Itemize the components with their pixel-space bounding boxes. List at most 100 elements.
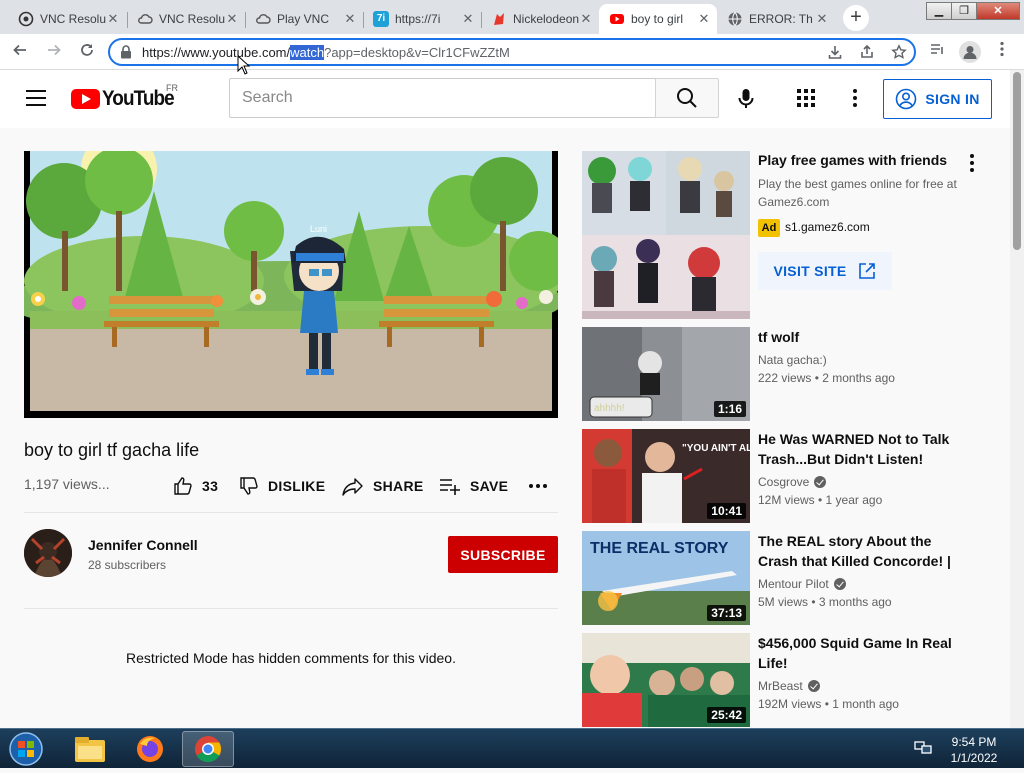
browser-tab[interactable]: VNC Resolution ✕ [8, 4, 126, 34]
save-button[interactable]: SAVE [438, 474, 508, 498]
youtube-logo[interactable]: YouTube FR [71, 83, 182, 111]
external-link-icon [858, 263, 875, 279]
video-frame-illustration: Luni [24, 151, 558, 418]
firefox-taskbar-button[interactable] [124, 731, 176, 767]
sign-in-button[interactable]: SIGN IN [883, 79, 992, 119]
browser-tab[interactable]: ERROR: Th ✕ [717, 4, 835, 34]
close-window-button[interactable]: ✕ [976, 2, 1020, 20]
ad-thumbnail[interactable] [582, 151, 750, 319]
arrow-right-icon [48, 44, 61, 56]
video-thumbnail[interactable]: "YOU AIN'T ALL THAT" 10:41 [582, 429, 750, 523]
ad-options-icon[interactable] [962, 152, 982, 174]
visit-site-button[interactable]: VISIT SITE [758, 252, 892, 290]
related-video-channel[interactable]: Cosgrove [758, 475, 827, 489]
related-video[interactable]: "YOU AIN'T ALL THAT" 10:41 He Was WARNED… [582, 429, 1002, 523]
video-thumbnail[interactable]: 25:42 [582, 633, 750, 727]
related-video-title[interactable]: He Was WARNED Not to Talk Trash...But Di… [758, 429, 968, 469]
network-tray-icon[interactable] [914, 740, 932, 756]
taskbar-clock[interactable]: 9:54 PM 1/1/2022 [940, 734, 1008, 766]
share-icon[interactable] [858, 44, 876, 62]
settings-more-icon[interactable] [845, 87, 865, 109]
channel-name[interactable]: Jennifer Connell [88, 537, 198, 553]
file-explorer-taskbar-button[interactable] [64, 731, 116, 767]
share-label: SHARE [373, 478, 424, 494]
new-tab-button[interactable]: + [843, 5, 869, 31]
forward-button[interactable] [42, 40, 66, 64]
browser-menu-icon[interactable] [991, 41, 1013, 63]
mouse-cursor-icon [237, 55, 251, 75]
bookmark-star-icon[interactable] [890, 44, 908, 62]
subscribe-button[interactable]: SUBSCRIBE [448, 536, 558, 573]
cloud-icon [137, 11, 153, 27]
url-text[interactable]: https://www.youtube.com/watch?app=deskto… [142, 45, 510, 60]
thumbnail-caption: "YOU AIN'T ALL THAT" [682, 443, 750, 454]
related-video-channel[interactable]: Mentour Pilot [758, 577, 846, 591]
share-button[interactable]: SHARE [341, 474, 424, 498]
windows-start-icon [9, 732, 43, 766]
related-video[interactable]: 25:42 $456,000 Squid Game In Real Life! … [582, 633, 1002, 727]
maximize-button[interactable]: ❐ [951, 2, 977, 20]
ad-badge: Ad [758, 219, 780, 237]
visit-site-label: VISIT SITE [773, 263, 847, 279]
profile-avatar[interactable] [959, 41, 981, 63]
tab-title: VNC Resolution [159, 12, 225, 26]
verified-badge-icon [807, 680, 820, 692]
close-tab-icon[interactable]: ✕ [579, 11, 593, 27]
close-tab-icon[interactable]: ✕ [106, 11, 120, 27]
close-tab-icon[interactable]: ✕ [343, 11, 357, 27]
guide-menu-icon[interactable] [26, 90, 46, 106]
browser-tab[interactable]: Play VNC ✕ [245, 4, 363, 34]
related-video-title[interactable]: $456,000 Squid Game In Real Life! [758, 633, 968, 673]
search-box[interactable] [229, 78, 656, 118]
channel-avatar[interactable] [24, 529, 72, 577]
related-video-channel[interactable]: MrBeast [758, 679, 820, 693]
windows-taskbar: 9:54 PM 1/1/2022 [0, 728, 1024, 768]
related-video-title[interactable]: tf wolf [758, 327, 968, 347]
page-scrollbar[interactable] [1010, 70, 1024, 728]
start-button[interactable] [4, 730, 48, 768]
more-actions-button[interactable] [528, 474, 556, 498]
like-button[interactable]: 33 [172, 474, 218, 498]
scrollbar-thumb[interactable] [1013, 72, 1021, 250]
video-player[interactable]: Luni [24, 151, 558, 418]
minimize-button[interactable]: ▁ [926, 2, 952, 20]
dislike-label: DISLIKE [268, 478, 326, 494]
video-thumbnail[interactable]: ahhhh! 1:16 [582, 327, 750, 421]
search-icon [677, 88, 697, 108]
dislike-button[interactable]: DISLIKE [238, 474, 325, 498]
reading-list-icon[interactable] [926, 41, 948, 63]
reload-button[interactable] [75, 40, 99, 64]
address-bar[interactable]: https://www.youtube.com/watch?app=deskto… [108, 38, 916, 66]
tab-title: ERROR: Th [749, 12, 813, 26]
close-tab-icon[interactable]: ✕ [697, 11, 711, 27]
related-video-channel[interactable]: Nata gacha:) [758, 353, 827, 367]
chrome-taskbar-button[interactable] [182, 731, 234, 767]
ad-title[interactable]: Play free games with friends [758, 152, 947, 168]
youtube-apps-grid-icon[interactable] [795, 87, 817, 109]
channel-name: MrBeast [758, 679, 803, 693]
close-tab-icon[interactable]: ✕ [461, 11, 475, 27]
install-app-icon[interactable] [826, 44, 844, 62]
browser-tab-strip: VNC Resolution ✕ VNC Resolution ✕ Play V… [0, 0, 1024, 34]
browser-tab-active[interactable]: boy to girl ✕ [599, 4, 717, 34]
related-video-title[interactable]: The REAL story About the Crash that Kill… [758, 531, 968, 571]
close-tab-icon[interactable]: ✕ [225, 11, 239, 27]
voice-search-button[interactable] [730, 82, 762, 114]
video-thumbnail[interactable]: THE REAL STORY 37:13 [582, 531, 750, 625]
close-tab-icon[interactable]: ✕ [815, 11, 829, 27]
browser-tab[interactable]: Nickelodeon ✕ [481, 4, 599, 34]
tab-title: https://7i [395, 12, 441, 26]
lock-icon [121, 45, 131, 59]
related-video[interactable]: ahhhh! 1:16 tf wolf Nata gacha:) 222 vie… [582, 327, 1002, 421]
view-count[interactable]: 1,197 views... [24, 476, 110, 492]
browser-tab[interactable]: 7i https://7i ✕ [363, 4, 481, 34]
microphone-icon [738, 89, 754, 108]
more-horizontal-icon [529, 484, 547, 488]
search-button[interactable] [655, 78, 719, 118]
back-button[interactable] [8, 40, 32, 64]
browser-tab[interactable]: VNC Resolution ✕ [127, 4, 245, 34]
channel-name: Nata gacha:) [758, 353, 827, 367]
related-video[interactable]: THE REAL STORY 37:13 The REAL story Abou… [582, 531, 1002, 625]
url-selected: watch [290, 45, 325, 60]
search-input[interactable] [230, 79, 656, 117]
